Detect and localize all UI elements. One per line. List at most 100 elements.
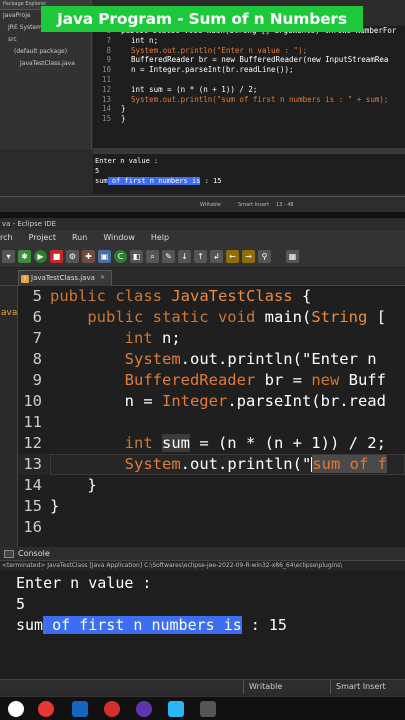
menu-run[interactable]: Run [64, 230, 95, 246]
code-line: 9 BufferedReader br = new Buff [18, 370, 405, 391]
code-text: System.out.println("Enter n value : "); [131, 45, 308, 55]
opera-icon[interactable] [104, 701, 120, 717]
status-insert: Smart Insert [238, 202, 270, 208]
status-insert: Smart Insert [330, 680, 405, 694]
code-line: 15} [93, 114, 405, 124]
console-selection: of first n numbers is [107, 177, 201, 185]
close-icon[interactable]: ✕ [100, 274, 105, 281]
editor-tab-strip: J JavaTestClass.java ✕ [0, 268, 405, 286]
window-title: va - Eclipse IDE [0, 218, 405, 230]
line-number: 8 [32, 350, 42, 368]
line-number: 6 [32, 308, 42, 326]
code-line: 7 int n; [18, 328, 405, 349]
console-view[interactable]: Console <terminated> JavaTestClass [Java… [0, 547, 405, 679]
gutter-label: ava [1, 308, 18, 318]
tree-item-file[interactable]: JavaTestClass.java [0, 58, 91, 70]
stop-icon[interactable]: ■ [50, 250, 63, 263]
external-tools-icon[interactable]: ⚙ [66, 250, 79, 263]
line-number: 16 [23, 518, 42, 536]
console-line: Enter n value : [16, 574, 152, 592]
status-bar: Writable Smart Insert [0, 679, 405, 694]
menu-search[interactable]: rch [0, 230, 21, 246]
line-number: 10 [101, 65, 111, 75]
code-editor[interactable]: ava 5 public class JavaTestClass { 6 publ… [0, 286, 405, 549]
menu-project[interactable]: Project [21, 230, 64, 246]
forward-icon[interactable]: → [242, 250, 255, 263]
text-cursor [311, 457, 313, 472]
back-icon[interactable]: ← [226, 250, 239, 263]
code-line: 14} [93, 104, 405, 114]
toggle-mark-icon[interactable]: ✎ [162, 250, 175, 263]
browser-icon[interactable] [38, 701, 54, 717]
tab-label: JavaTestClass.java [31, 274, 95, 282]
status-writable: Writable [200, 202, 221, 208]
line-number: 5 [32, 287, 42, 305]
open-type-icon[interactable]: ◧ [130, 250, 143, 263]
menu-help[interactable]: Help [143, 230, 177, 246]
console-tab[interactable]: Console [0, 547, 405, 561]
prev-annotation-icon[interactable]: ↑ [194, 250, 207, 263]
pin-icon[interactable]: ⚲ [258, 250, 271, 263]
code-text: } [121, 114, 126, 124]
top-console[interactable]: Enter n value : 5 sum of first n numbers… [93, 154, 405, 194]
video-title-banner: Java Program - Sum of n Numbers [41, 6, 363, 32]
console-line: 5 [95, 167, 100, 175]
last-edit-icon[interactable]: ↲ [210, 250, 223, 263]
perspective-icon[interactable]: ▦ [286, 250, 299, 263]
run-icon[interactable]: ▶ [34, 250, 47, 263]
eclipse-icon[interactable] [136, 701, 152, 717]
menu-bar: rch Project Run Window Help [0, 230, 405, 246]
left-gutter: ava [0, 286, 18, 549]
console-text: : 15 [241, 616, 287, 634]
new-icon[interactable]: ▾ [2, 250, 15, 263]
code-line: 13 System.out.println("sum of first n num… [93, 95, 405, 105]
code-text: } [50, 476, 97, 494]
code-lines: 5 public class JavaTestClass { 6 public s… [18, 286, 405, 538]
debug-icon[interactable]: ✱ [18, 250, 31, 263]
code-line: 12 int sum = (n * (n + 1)) / 2; [93, 85, 405, 95]
code-text: int sum = (n * (n + 1)) / 2; [131, 84, 258, 94]
explorer-icon[interactable] [168, 701, 184, 717]
line-number: 14 [101, 104, 111, 114]
app-icon[interactable] [72, 701, 88, 717]
code-line: 16 [18, 517, 405, 538]
code-line: 8 System.out.println("Enter n [18, 349, 405, 370]
tab-javatestclass[interactable]: J JavaTestClass.java [18, 270, 112, 286]
console-line: Enter n value : [95, 157, 159, 165]
tree-item-src[interactable]: src [0, 34, 91, 46]
code-line: 10 n = Integer.parseInt(br.readLine()); [93, 65, 405, 75]
code-line: 11 [18, 412, 405, 433]
next-annotation-icon[interactable]: ↓ [178, 250, 191, 263]
console-icon [4, 550, 14, 558]
java-file-icon: J [21, 275, 29, 283]
code-text: n = Integer.parseInt(br.readLine()); [131, 65, 294, 75]
menu-window[interactable]: Window [95, 230, 143, 246]
code-line: 6 public static void main(String [ [18, 307, 405, 328]
top-code-editor[interactable]: 6public static void main(String [] argum… [93, 26, 405, 148]
new-java-project-icon[interactable]: ✚ [82, 250, 95, 263]
line-number: 15 [23, 497, 42, 515]
new-package-icon[interactable]: ▣ [98, 250, 111, 263]
code-text: int n; [131, 35, 159, 45]
console-tab-label: Console [18, 549, 50, 558]
search-icon[interactable]: ⌕ [146, 250, 159, 263]
code-line-current: 13 System.out.println("sum of f [18, 454, 405, 475]
line-number: 7 [106, 35, 111, 45]
windows-taskbar [0, 696, 405, 720]
code-line: 9 BufferedReader br = new BufferedReader(… [93, 55, 405, 65]
console-output[interactable]: Enter n value : 5 sum of first n numbers… [0, 571, 405, 636]
tree-item-package[interactable]: (default package) [0, 46, 91, 58]
code-line: 7 int n; [93, 36, 405, 46]
line-number: 11 [101, 74, 111, 84]
chrome-icon[interactable] [8, 701, 24, 717]
code-line: 8 System.out.println("Enter n value : "); [93, 46, 405, 56]
line-number: 12 [23, 434, 42, 452]
calculator-icon[interactable] [200, 701, 216, 717]
new-class-icon[interactable]: C [114, 250, 127, 263]
code-line: 15} [18, 496, 405, 517]
line-number: 13 [23, 455, 42, 473]
console-line: sum of first n numbers is : 15 [16, 615, 405, 636]
console-text: sum [95, 177, 108, 185]
line-number: 11 [23, 413, 42, 431]
line-number: 12 [101, 84, 111, 94]
